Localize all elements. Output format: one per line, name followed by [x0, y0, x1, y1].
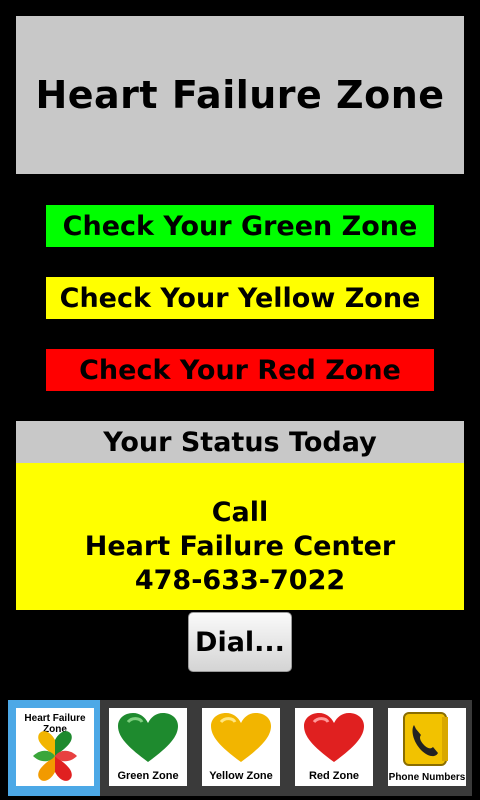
green-heart-icon [118, 713, 178, 762]
multi-heart-logo-icon [33, 731, 77, 781]
app-title-panel: Heart Failure Zone [16, 16, 464, 174]
tab-label: Red Zone [308, 770, 360, 782]
tab-card: Phone Numbers [388, 708, 466, 786]
tab-card: Yellow Zone [202, 708, 280, 786]
check-green-zone-button[interactable]: Check Your Green Zone [46, 205, 434, 247]
bottom-tab-bar: Heart Failure Zone Green Zone Yellow Zon… [8, 700, 472, 796]
tab-label: Yellow Zone [209, 770, 273, 782]
red-heart-icon [304, 713, 364, 762]
tab-card: Green Zone [109, 708, 187, 786]
check-yellow-zone-button[interactable]: Check Your Yellow Zone [46, 277, 434, 319]
tab-green-zone[interactable]: Green Zone [101, 700, 193, 796]
check-red-zone-button[interactable]: Check Your Red Zone [46, 349, 434, 391]
status-header: Your Status Today [16, 421, 464, 463]
phone-book-icon [403, 712, 448, 766]
tab-red-zone[interactable]: Red Zone [287, 700, 379, 796]
yellow-heart-icon [211, 713, 271, 762]
status-instruction: Call [211, 496, 269, 528]
tab-yellow-zone[interactable]: Yellow Zone [194, 700, 286, 796]
status-panel: Call Heart Failure Center 478-633-7022 [16, 463, 464, 610]
tab-heart-failure-zone[interactable]: Heart Failure Zone [8, 700, 100, 796]
tab-label: Green Zone [117, 770, 179, 782]
page-title: Heart Failure Zone [35, 73, 445, 117]
tab-card: Heart Failure Zone [16, 708, 94, 786]
tab-label: Phone Numbers [388, 772, 466, 783]
tab-card: Red Zone [295, 708, 373, 786]
dial-button[interactable]: Dial... [188, 612, 292, 672]
status-phone-number: 478-633-7022 [134, 564, 346, 596]
tab-phone-numbers[interactable]: Phone Numbers [380, 700, 472, 796]
status-center-name: Heart Failure Center [84, 530, 396, 562]
